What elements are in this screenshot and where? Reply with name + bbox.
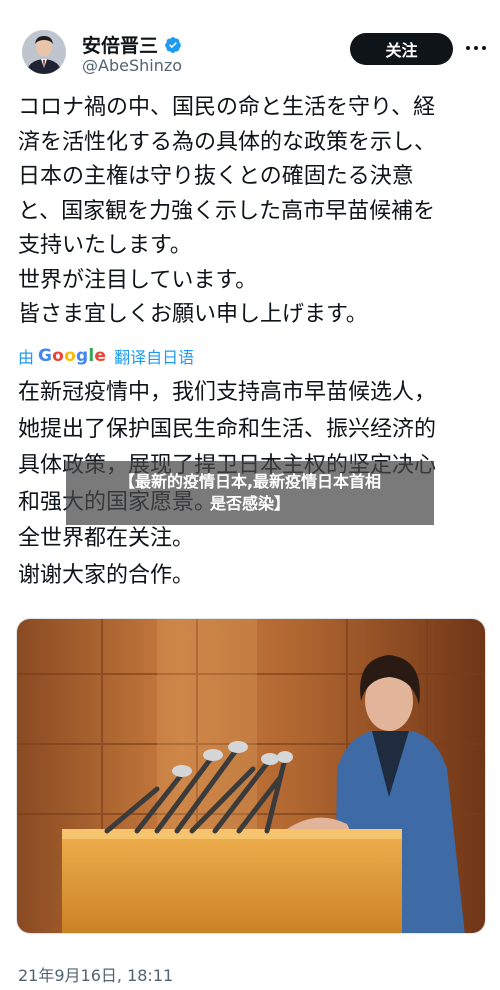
- follow-button[interactable]: 关注: [350, 33, 453, 65]
- tweet-timestamp[interactable]: 21年9月16日, 18:11: [18, 962, 173, 986]
- tweet-photo[interactable]: [16, 618, 486, 934]
- translation-attribution: 由 Google 翻译自日语: [18, 344, 194, 368]
- google-logo: Google: [38, 346, 107, 366]
- more-dots-icon[interactable]: [466, 40, 486, 56]
- translated-by-label: 由: [18, 348, 35, 367]
- overlay-line-1: 【最新的疫情日本,最新疫情日本首相: [118, 472, 382, 491]
- dot: [482, 46, 486, 50]
- author-display-name[interactable]: 安倍晋三: [82, 31, 158, 58]
- dot: [466, 46, 470, 50]
- author-name-row[interactable]: 安倍晋三: [82, 31, 182, 58]
- verified-badge-icon: [165, 36, 181, 53]
- headline-overlay-banner: 【最新的疫情日本,最新疫情日本首相 是否感染】: [66, 461, 434, 525]
- tweet-header: 安倍晋三 @AbeShinzo 关注: [0, 0, 500, 90]
- avatar-image: [22, 30, 66, 74]
- author-handle[interactable]: @AbeShinzo: [82, 56, 182, 75]
- dot: [474, 46, 478, 50]
- author-avatar[interactable]: [22, 30, 66, 74]
- tweet-original-text: コロナ禍の中、国民の命と生活を守り、経 済を活性化する為の具体的な政策を示し、 …: [18, 95, 437, 327]
- translated-from-link[interactable]: 翻译自日语: [114, 344, 194, 368]
- overlay-line-2: 是否感染】: [209, 494, 290, 513]
- press-conference-image: [17, 619, 485, 933]
